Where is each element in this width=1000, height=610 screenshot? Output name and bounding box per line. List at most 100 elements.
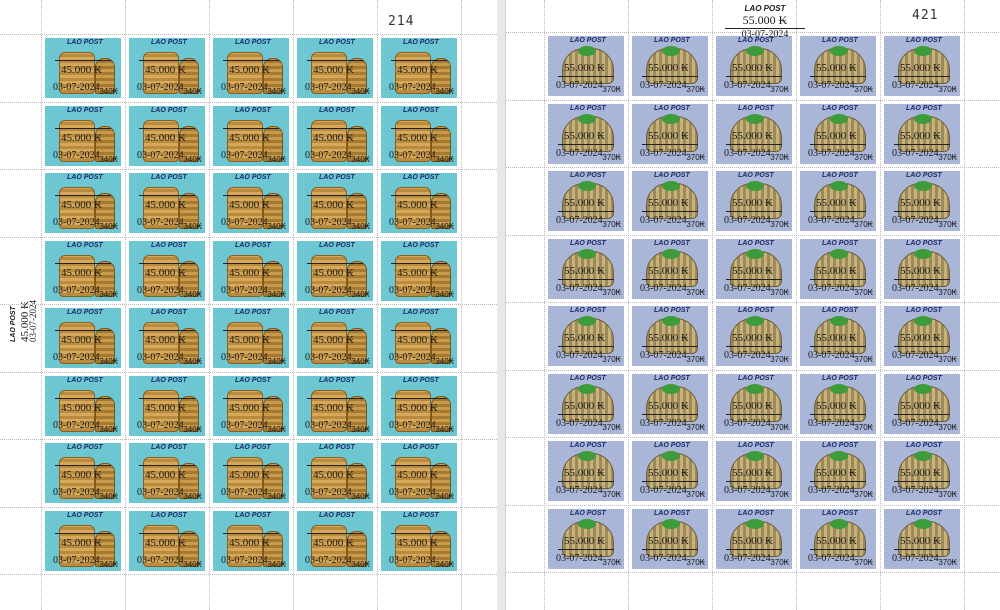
overprint-date: 03-07-2024 [53,149,100,161]
stamp-brand: LAO POST [235,39,271,46]
overprint-date: 03-07-2024 [556,552,603,564]
overprint-bar [810,278,866,280]
overprint-date: 03-07-2024 [556,282,603,294]
overprint-date: 03-07-2024 [305,284,352,296]
leaf-illustration [830,316,848,326]
overprint-bar [642,481,698,482]
face-value: 340₭ [183,87,202,96]
stamp-brand: LAO POST [403,174,439,181]
leaf-illustration [914,451,932,461]
overprint-date: 03-07-2024 [556,350,603,361]
face-value: 370₭ [854,287,873,297]
stamp-brand: LAO POST [906,307,942,314]
stamp-brand: LAO POST [570,307,606,314]
sheet-number: 421 [912,8,939,23]
overprint-bar [139,60,195,61]
stamp-brand: LAO POST [151,309,187,316]
leaf-illustration [662,518,680,529]
overprint-date: 03-07-2024 [724,552,771,564]
face-value: 340₭ [183,492,202,501]
overprint-value: 45.000 ₭ [145,64,186,76]
overprint-value: 55.000 ₭ [900,62,941,74]
overprint-value: 45.000 ₭ [229,199,270,211]
overprint-bar [810,211,866,212]
face-value: 370₭ [770,355,789,364]
margin-overprint-date: 03-07-2024 [741,29,789,40]
stamp: LAO POST 55.000 ₭ 03-07-2024 370₭ [884,238,960,299]
overprint-date: 03-07-2024 [53,487,100,498]
stamp: LAO POST 45.000 ₭ 03-07-2024 340₭ [129,105,205,166]
stamp-brand: LAO POST [403,106,439,114]
stamp-brand: LAO POST [822,239,858,247]
overprint-value: 45.000 ₭ [313,469,354,481]
overprint-value: 55.000 ₭ [900,197,941,209]
overprint-date: 03-07-2024 [389,554,436,566]
face-value: 340₭ [351,492,370,501]
overprint-date: 03-07-2024 [556,417,603,429]
overprint-value: 55.000 ₭ [564,129,605,142]
overprint-bar [307,330,363,331]
overprint-value: 45.000 ₭ [397,199,438,211]
face-value: 340₭ [267,289,286,299]
leaf-illustration [914,518,932,529]
stamp-brand: LAO POST [570,239,606,247]
overprint-bar [307,532,363,534]
stamp: LAO POST 55.000 ₭ 03-07-2024 370₭ [632,103,708,164]
stamp: LAO POST 45.000 ₭ 03-07-2024 340₭ [297,173,373,233]
leaf-illustration [830,451,848,461]
overprint-value: 45.000 ₭ [397,131,438,144]
overprint-bar [139,262,195,264]
stamp-brand: LAO POST [403,444,439,451]
stamp-brand: LAO POST [235,241,271,249]
leaf-illustration [830,46,848,56]
face-value: 370₭ [602,287,621,297]
leaf-illustration [746,518,764,529]
overprint-bar [726,548,782,550]
perforation-horizontal [506,234,1000,236]
face-value: 340₭ [351,87,370,96]
overprint-bar [894,211,950,212]
overprint-value: 45.000 ₭ [229,334,270,346]
overprint-value: 55.000 ₭ [564,332,605,344]
face-value: 340₭ [435,559,454,569]
stamp-brand: LAO POST [151,511,187,519]
face-value: 370₭ [938,355,957,364]
overprint-date: 03-07-2024 [221,284,268,296]
face-value: 370₭ [938,422,957,432]
overprint-value: 55.000 ₭ [900,467,941,479]
face-value: 340₭ [267,87,286,96]
overprint-date: 03-07-2024 [389,284,436,296]
stamp-brand: LAO POST [319,174,355,181]
stamp-brand: LAO POST [403,309,439,316]
overprint-value: 55.000 ₭ [732,467,773,479]
stamp-brand: LAO POST [570,509,606,517]
overprint-bar [307,465,363,466]
stamp-brand: LAO POST [235,444,271,451]
overprint-bar [642,413,698,415]
face-value: 340₭ [351,357,370,366]
stamp: LAO POST 45.000 ₭ 03-07-2024 340₭ [381,375,457,436]
overprint-value: 45.000 ₭ [229,131,270,144]
stamp-brand: LAO POST [319,106,355,114]
overprint-bar [894,346,950,347]
face-value: 340₭ [183,559,202,569]
leaf-illustration [578,181,596,191]
sheet-number: 214 [388,14,415,29]
perforation-vertical [209,0,210,610]
overprint-value: 45.000 ₭ [145,536,186,549]
overprint-date: 03-07-2024 [724,282,771,294]
overprint-date: 03-07-2024 [389,352,436,363]
overprint-bar [558,278,614,280]
stamp: LAO POST 55.000 ₭ 03-07-2024 370₭ [800,36,876,96]
stamp-brand: LAO POST [906,104,942,112]
leaf-illustration [662,113,680,124]
stamp: LAO POST 55.000 ₭ 03-07-2024 370₭ [800,441,876,501]
overprint-value: 45.000 ₭ [61,334,102,346]
overprint-bar [894,413,950,415]
stamp: LAO POST 45.000 ₭ 03-07-2024 340₭ [297,375,373,436]
stamp-brand: LAO POST [654,307,690,314]
face-value: 370₭ [770,287,789,297]
face-value: 340₭ [351,559,370,569]
leaf-illustration [830,113,848,124]
stamp: LAO POST 45.000 ₭ 03-07-2024 340₭ [213,443,289,503]
